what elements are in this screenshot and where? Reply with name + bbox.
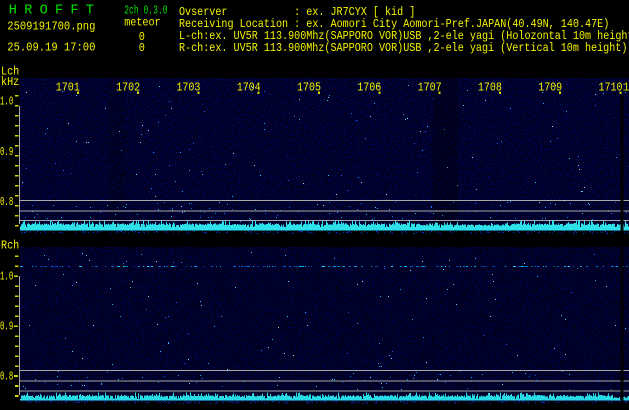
svg-text:F: F <box>70 4 78 19</box>
svg-text:1704: 1704 <box>237 80 261 94</box>
svg-text:25.09.19 17:00: 25.09.19 17:00 <box>7 41 95 55</box>
svg-text:1: 1 <box>623 80 629 94</box>
svg-text:H: H <box>9 4 17 19</box>
svg-text:1.0: 1.0 <box>0 95 13 109</box>
svg-text:F: F <box>55 4 63 19</box>
svg-text:1.0: 1.0 <box>0 270 13 284</box>
svg-text:1702: 1702 <box>116 80 140 94</box>
svg-text:T: T <box>86 4 94 19</box>
svg-text:0.8: 0.8 <box>0 195 13 209</box>
svg-text:meteor: meteor <box>124 15 160 29</box>
svg-text:1706: 1706 <box>357 80 381 94</box>
svg-text:1708: 1708 <box>478 80 502 94</box>
svg-text:Rch: Rch <box>1 239 19 253</box>
svg-text:O: O <box>40 4 48 19</box>
svg-text:1705: 1705 <box>297 80 321 94</box>
svg-text:0.8: 0.8 <box>0 369 13 383</box>
svg-text:R: R <box>24 4 32 19</box>
svg-text:1707: 1707 <box>418 80 442 94</box>
svg-text:1703: 1703 <box>176 80 200 94</box>
svg-text:1710: 1710 <box>599 80 623 94</box>
svg-text:1709: 1709 <box>538 80 562 94</box>
svg-text:0.9: 0.9 <box>0 320 13 334</box>
svg-text:2509191700.png: 2509191700.png <box>7 20 95 34</box>
svg-text:R-ch:ex. UV5R 113.900Mhz(SAPPO: R-ch:ex. UV5R 113.900Mhz(SAPPORO VOR)USB… <box>179 41 627 55</box>
svg-text:kHz: kHz <box>1 75 19 89</box>
svg-text:1701: 1701 <box>56 80 80 94</box>
svg-text:0.9: 0.9 <box>0 145 13 159</box>
svg-text:0: 0 <box>139 41 145 55</box>
